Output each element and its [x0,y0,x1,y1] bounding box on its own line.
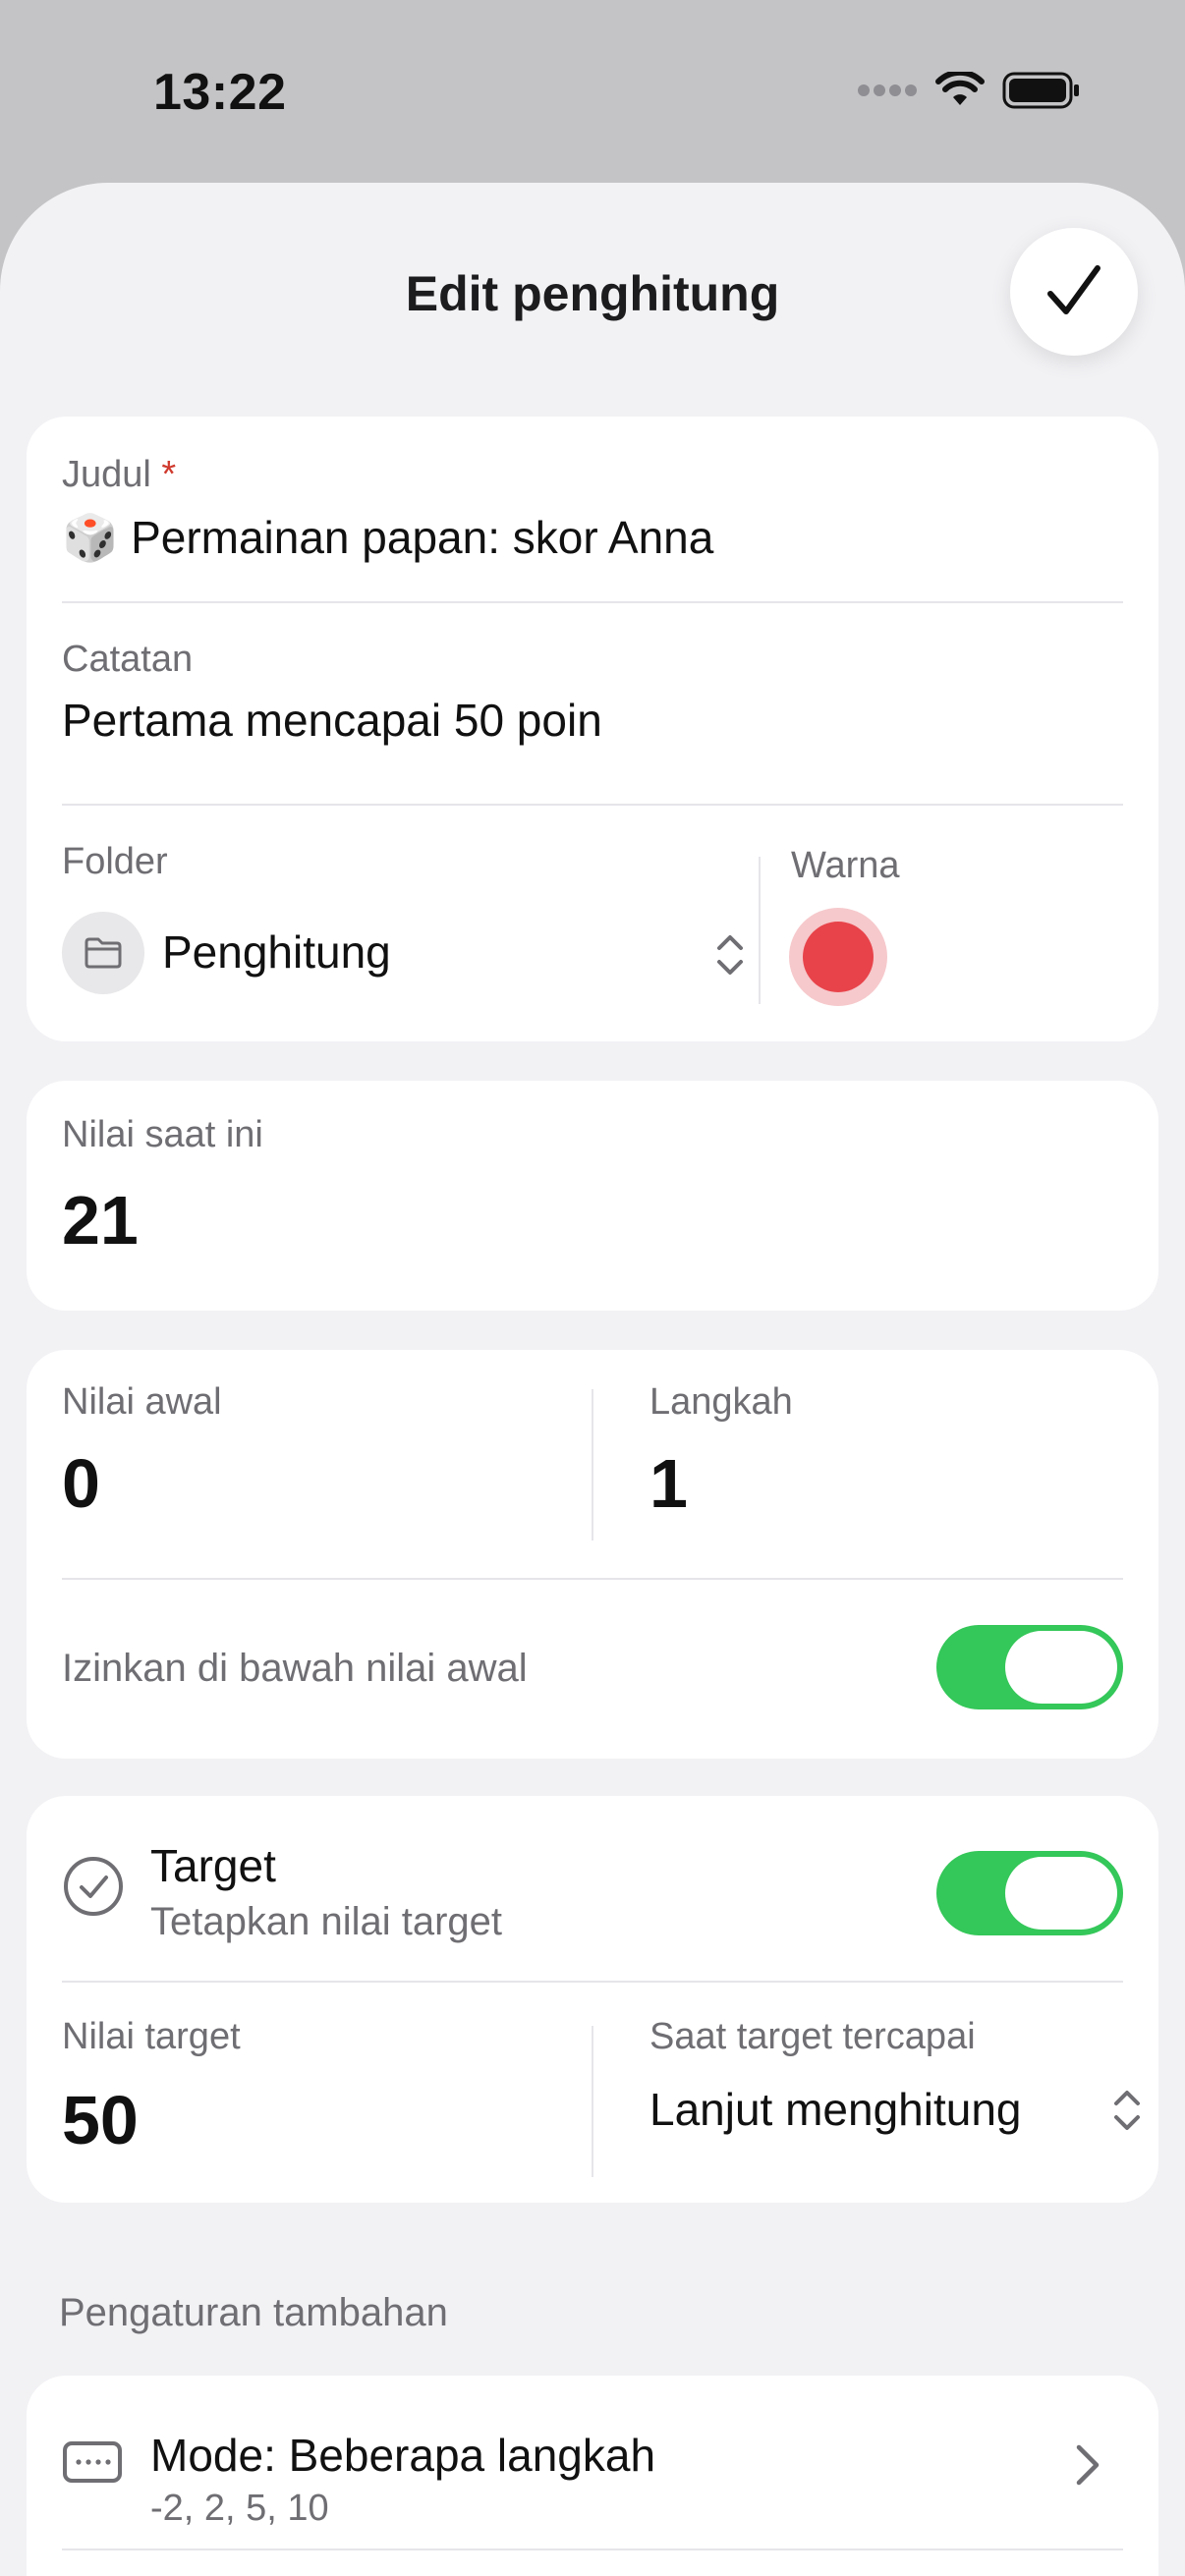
mode-row[interactable]: Mode: Beberapa langkah -2, 2, 5, 10 [27,2376,1158,2548]
target-value-label: Nilai target [62,2016,241,2057]
on-reach-value: Lanjut menghitung [649,2084,1022,2135]
allow-below-label: Izinkan di bawah nilai awal [62,1647,528,1690]
folder-icon-badge [62,912,144,994]
target-card: Target Tetapkan nilai target Nilai targe… [27,1796,1158,2203]
title-value: Permainan papan: skor Anna [131,512,714,563]
title-input[interactable]: 🎲 Permainan papan: skor Anna [62,511,713,565]
chevron-right-icon [1076,2444,1100,2486]
target-check-circle-icon [64,1857,123,1916]
keyboard-icon [63,2441,122,2483]
cellular-signal-icon [858,84,917,96]
divider [62,601,1123,603]
color-dot [803,922,874,992]
target-toggle[interactable] [936,1851,1123,1935]
status-bar: 13:22 [0,0,1185,187]
notes-input[interactable]: Pertama mencapai 50 poin [62,694,602,747]
chevron-up-down-icon [1114,2091,1140,2130]
target-title: Target [150,1840,276,1891]
folder-picker[interactable]: Folder Penghitung [27,806,750,1041]
color-swatch[interactable] [789,908,887,1006]
toggle-knob [1005,1857,1117,1930]
folder-value: Penghitung [162,926,391,978]
title-label: Judul * [62,454,176,496]
toggle-knob [1005,1631,1117,1704]
current-value-card[interactable]: Nilai saat ini 21 [27,1081,1158,1311]
status-time: 13:22 [153,64,287,121]
current-value[interactable]: 21 [62,1181,139,1260]
extra-settings-caption: Pengaturan tambahan [59,2291,448,2334]
done-button[interactable] [1010,228,1138,356]
step-settings-card: Nilai awal 0 Langkah 1 Izinkan di bawah … [27,1350,1158,1759]
page-title: Edit penghitung [405,266,780,321]
vertical-divider [592,2026,593,2177]
notes-label: Catatan [62,639,194,680]
edit-sheet: Edit penghitung Judul * 🎲 Permainan papa… [0,183,1185,2576]
title-label-text: Judul [62,454,151,495]
allow-below-toggle[interactable] [936,1625,1123,1709]
divider [62,2548,1123,2550]
checkmark-icon [1047,265,1100,314]
folder-icon [85,937,122,969]
step-value: 1 [649,1445,688,1522]
required-mark: * [161,454,177,495]
dice-emoji: 🎲 [62,512,119,563]
mode-steps: -2, 2, 5, 10 [150,2488,329,2529]
target-value-field[interactable]: Nilai target 50 [27,1983,591,2203]
divider [62,1578,1123,1580]
basic-info-card: Judul * 🎲 Permainan papan: skor Anna Cat… [27,417,1158,1041]
start-value-field[interactable]: Nilai awal 0 [27,1350,591,1546]
vertical-divider [592,1389,593,1540]
on-reach-label: Saat target tercapai [649,2016,976,2057]
target-value: 50 [62,2082,139,2158]
color-picker[interactable]: Warna [760,806,1158,1041]
target-subtitle: Tetapkan nilai target [150,1900,503,1943]
battery-icon [1002,72,1079,109]
on-reach-picker[interactable]: Saat target tercapai Lanjut menghitung [594,1983,1158,2203]
chevron-up-down-icon [717,935,743,975]
extra-settings-card: Mode: Beberapa langkah -2, 2, 5, 10 [27,2376,1158,2576]
current-value-label: Nilai saat ini [62,1114,263,1155]
folder-label: Folder [62,841,168,882]
wifi-icon [935,72,985,105]
color-label: Warna [791,845,900,886]
step-field[interactable]: Langkah 1 [594,1350,1158,1546]
status-icons [857,71,1081,110]
sheet-header: Edit penghitung [0,183,1185,409]
start-value: 0 [62,1445,100,1522]
mode-title: Mode: Beberapa langkah [150,2430,656,2481]
step-label: Langkah [649,1381,793,1423]
start-value-label: Nilai awal [62,1381,222,1423]
